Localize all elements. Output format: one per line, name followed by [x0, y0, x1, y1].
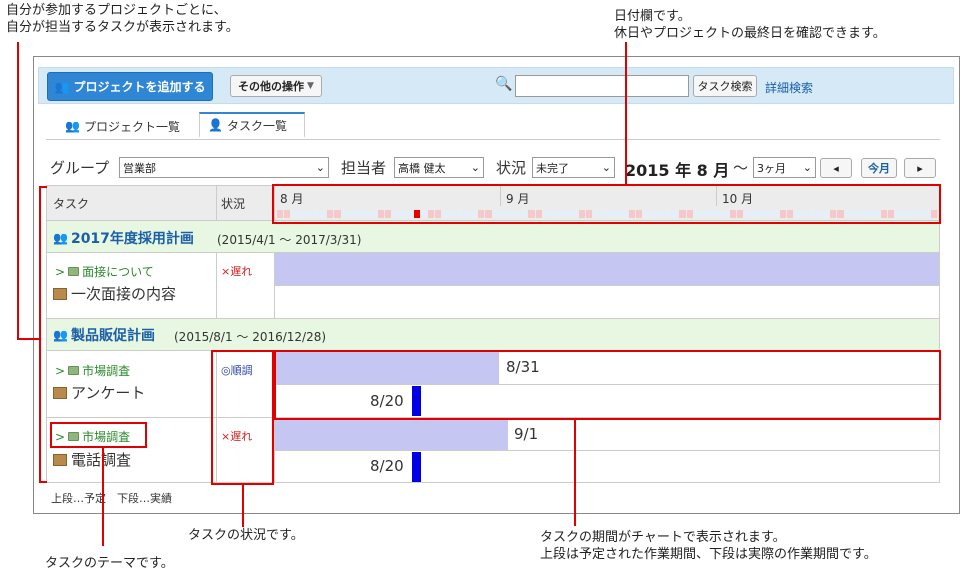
project-title[interactable]: 👥 2017年度採用計画 — [53, 228, 194, 248]
people-icon: 👥 — [65, 119, 80, 133]
project-range: (2015/4/1 ～ 2017/3/31) — [217, 233, 362, 247]
chevron-down-icon: ⌄ — [601, 161, 611, 174]
add-project-button[interactable]: 👥 プロジェクトを追加する — [47, 72, 213, 101]
assignee-label: 担当者 — [341, 159, 387, 177]
tab-task-list[interactable]: 👤 タスク一覧 — [199, 112, 305, 138]
task-search-button[interactable]: タスク検索 — [693, 75, 757, 97]
task-name[interactable]: 電話調査 — [53, 449, 131, 470]
project-range: (2015/8/1 ～ 2016/12/28) — [174, 330, 327, 344]
plan-end-label: 9/1 — [514, 425, 539, 443]
annotation-line — [625, 42, 627, 184]
annotation-line — [17, 338, 41, 340]
tab-divider — [46, 139, 940, 140]
plan-bar — [275, 253, 939, 285]
table-border-left — [46, 220, 47, 483]
col-task-header: タスク — [53, 197, 90, 211]
search-input[interactable] — [515, 75, 689, 97]
status-badge: ×遅れ — [221, 265, 253, 278]
table-border-right — [939, 185, 940, 483]
annotation-top-left-1: 自分が参加するプロジェクトごとに、 — [6, 3, 227, 18]
col-divider — [216, 253, 217, 318]
task-theme[interactable]: > 市場調査 — [55, 362, 130, 379]
annotation-chart-1: タスクの期間がチャートで表示されます。 — [540, 530, 786, 545]
tilde: ～ — [733, 159, 749, 177]
annotation-line — [17, 42, 19, 340]
chevron-down-icon: ⌄ — [802, 161, 812, 174]
annotation-line — [574, 420, 576, 526]
project-title[interactable]: 👥 製品販促計画 — [53, 325, 155, 345]
status-select[interactable]: 未完了 ⌄ — [532, 157, 615, 178]
tab-project-list[interactable]: 👥 プロジェクト一覧 — [57, 113, 188, 139]
prev-month-button[interactable]: ◂ — [820, 158, 852, 178]
actual-end-label: 8/20 — [370, 457, 404, 475]
row-divider — [275, 450, 939, 451]
chevron-down-icon: ⌄ — [315, 161, 325, 174]
annotation-chart-2: 上段は予定された作業期間、下段は実際の作業期間です。 — [540, 547, 877, 562]
col-divider — [274, 253, 275, 318]
legend: 上段…予定 下段…実績 — [51, 492, 172, 505]
other-ops-button[interactable]: その他の操作 ▼ — [230, 75, 322, 97]
header-divider — [216, 185, 217, 222]
annotation-top-right-2: 休日やプロジェクトの最終日を確認できます。 — [614, 26, 886, 41]
search-icon: 🔍 — [495, 76, 513, 92]
annotation-top-right-1: 日付欄です。 — [614, 9, 691, 24]
task-name[interactable]: アンケート — [53, 382, 145, 403]
people-icon: 👥 — [53, 328, 68, 342]
annotation-bracket — [39, 186, 41, 483]
annotation-box-theme — [50, 422, 147, 448]
actual-bar — [412, 452, 421, 482]
advanced-search-link[interactable]: 詳細検索 — [765, 79, 813, 96]
task-name[interactable]: 一次面接の内容 — [53, 283, 176, 304]
annotation-bracket — [39, 481, 47, 483]
annotation-box-chart — [274, 350, 941, 420]
annotation-line — [102, 448, 104, 546]
annotation-line — [242, 485, 244, 527]
annotation-box-status — [211, 350, 274, 485]
people-icon: 👥 — [54, 79, 70, 94]
annotation-box-date — [272, 184, 941, 224]
range-select[interactable]: 3ヶ月 ⌄ — [753, 157, 816, 178]
group-label: グループ — [50, 159, 110, 177]
annotation-bracket — [39, 186, 47, 188]
task-icon — [53, 453, 67, 466]
col-status-header: 状況 — [221, 197, 246, 211]
annotation-theme: タスクのテーマです。 — [45, 556, 174, 571]
table-border-bottom — [46, 482, 940, 483]
assignee-select[interactable]: 高橋 健太 ⌄ — [394, 157, 484, 178]
this-month-button[interactable]: 今月 — [861, 158, 897, 178]
chevron-down-icon: ⌄ — [470, 161, 480, 174]
annotation-status: タスクの状況です。 — [188, 528, 304, 543]
people-icon: 👥 — [53, 231, 68, 245]
row-divider — [275, 285, 939, 286]
task-icon — [53, 287, 67, 300]
task-icon — [53, 386, 67, 399]
annotation-top-left-2: 自分が担当するタスクが表示されます。 — [6, 20, 239, 35]
person-icon: 👤 — [208, 118, 223, 132]
group-select[interactable]: 営業部 ⌄ — [119, 157, 329, 178]
chevron-down-icon: ▼ — [307, 81, 314, 91]
folder-icon — [68, 267, 80, 276]
task-theme[interactable]: > 面接について — [55, 263, 154, 280]
plan-bar — [275, 418, 508, 450]
next-month-button[interactable]: ▸ — [904, 158, 936, 178]
folder-icon — [68, 366, 80, 375]
status-label: 状況 — [496, 159, 527, 177]
current-month: 2015 年 8 月 — [625, 161, 730, 180]
